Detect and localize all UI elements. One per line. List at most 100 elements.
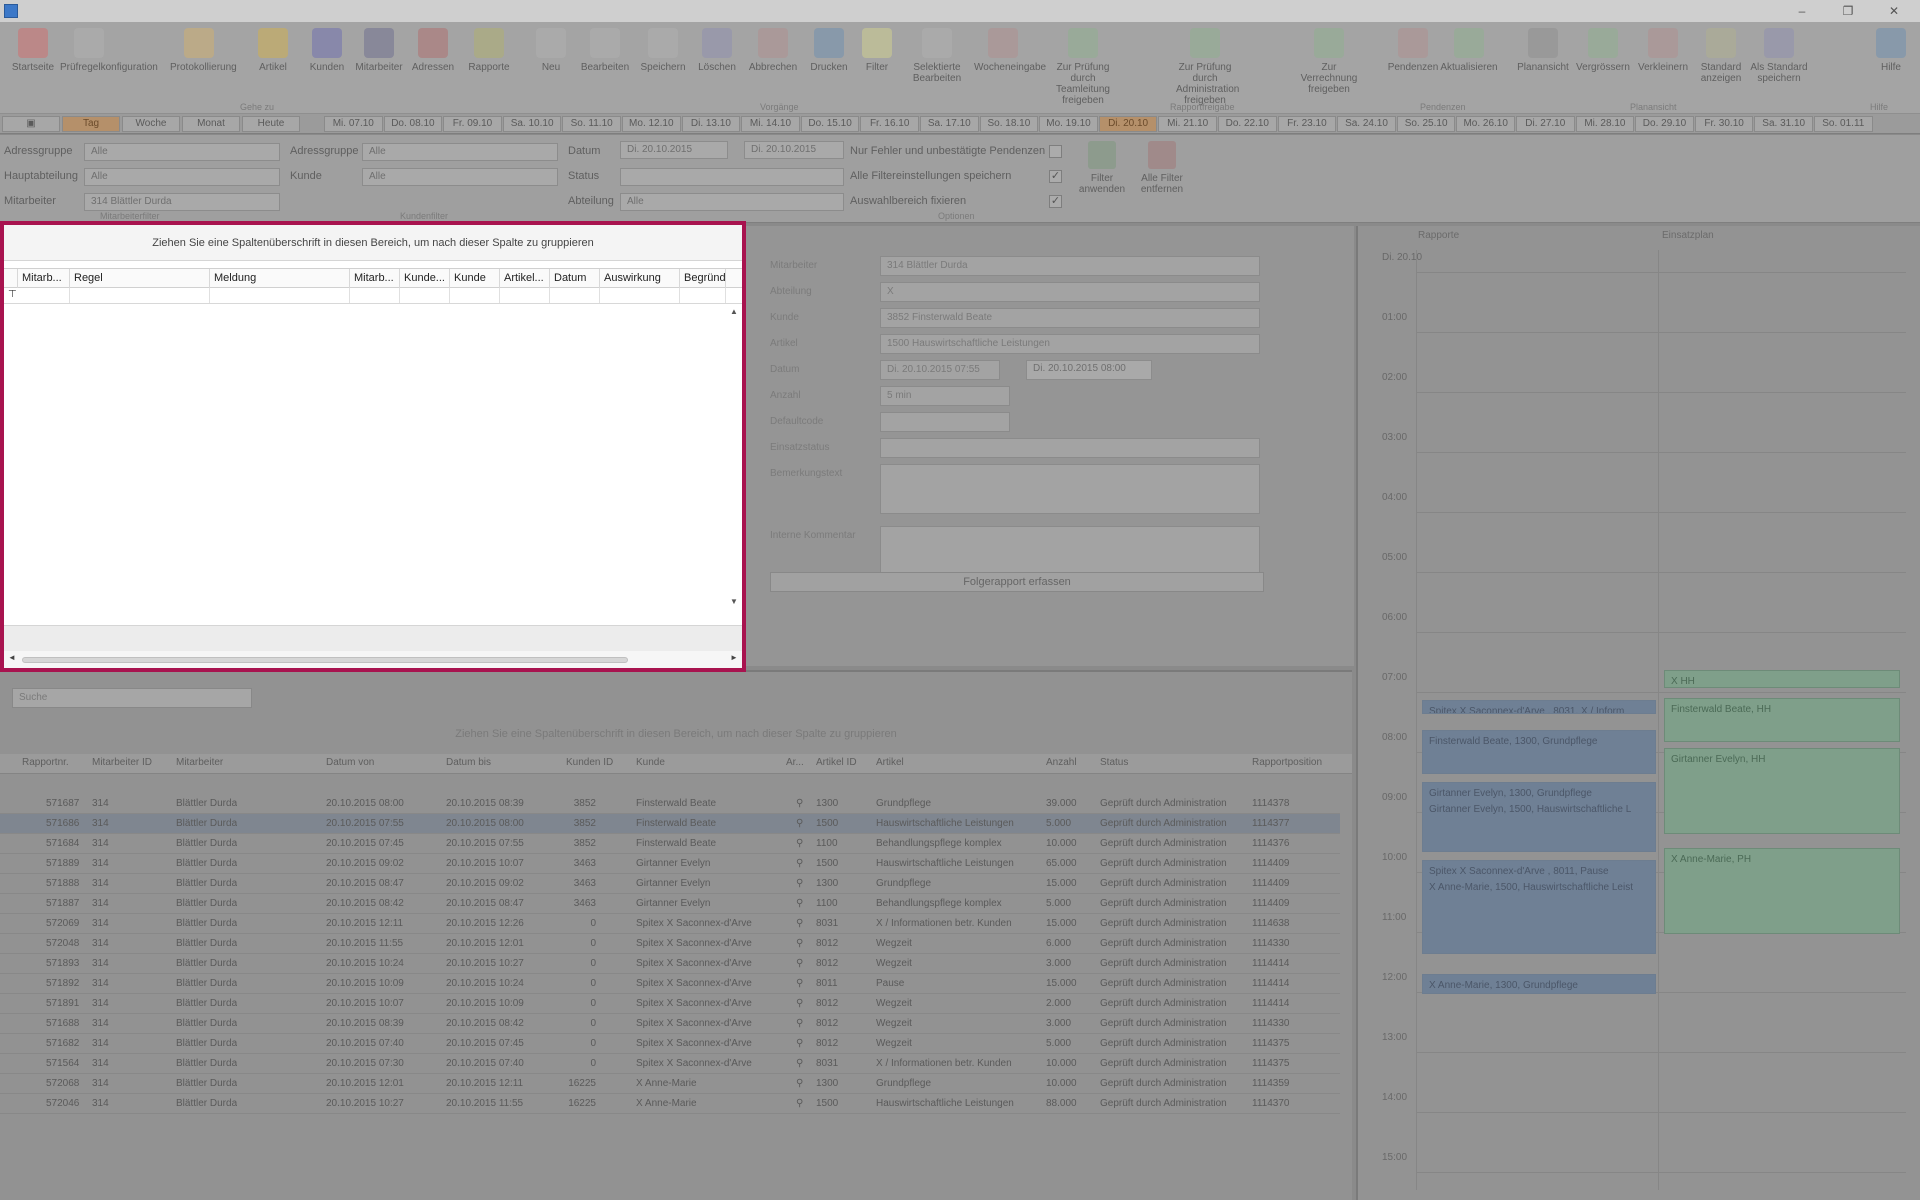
- ribbon-button[interactable]: Verkleinern: [1634, 28, 1692, 98]
- filter-cell[interactable]: [600, 288, 680, 303]
- ribbon-button[interactable]: Adressen: [404, 28, 462, 98]
- column-header[interactable]: Artikel: [876, 757, 904, 768]
- einsatz-block[interactable]: X Anne-Marie, PH: [1664, 848, 1900, 934]
- ribbon-button[interactable]: Selektierte Bearbeiten: [908, 28, 966, 98]
- date-button[interactable]: Mi. 21.10: [1158, 116, 1217, 132]
- ribbon-button[interactable]: Abbrechen: [744, 28, 802, 98]
- column-header[interactable]: Anzahl: [1046, 757, 1077, 768]
- group-by-area[interactable]: Ziehen Sie eine Spaltenüberschrift in di…: [4, 225, 742, 261]
- column-header[interactable]: Ar...: [786, 757, 804, 768]
- table-row[interactable]: 572046 314 Blättler Durda 20.10.2015 10:27 2…: [0, 1094, 1340, 1114]
- einsatz-block[interactable]: X HH: [1664, 670, 1900, 688]
- error-column-header[interactable]: Auswirkung: [600, 269, 680, 288]
- error-column-header[interactable]: Datum: [550, 269, 600, 288]
- ribbon-button[interactable]: Kunden: [298, 28, 356, 98]
- ribbon-button[interactable]: Löschen: [688, 28, 746, 98]
- form-textarea[interactable]: [880, 526, 1260, 576]
- close-button[interactable]: ✕: [1872, 2, 1916, 20]
- fix-selection-checkbox[interactable]: ✓: [1049, 195, 1062, 208]
- ribbon-button[interactable]: Speichern: [634, 28, 692, 98]
- column-header[interactable]: Artikel ID: [816, 757, 857, 768]
- scroll-left-icon[interactable]: ◄: [8, 653, 16, 662]
- minimize-button[interactable]: –: [1780, 2, 1824, 20]
- scroll-down-icon[interactable]: ▼: [730, 597, 738, 606]
- remove-filters-button[interactable]: Alle Filter entfernen: [1134, 141, 1190, 207]
- view-mode-tab[interactable]: Tag: [62, 116, 120, 132]
- form-textarea[interactable]: [880, 464, 1260, 514]
- form-field[interactable]: 3852 Finsterwald Beate: [880, 308, 1260, 328]
- error-column-header[interactable]: Kunde...: [400, 269, 450, 288]
- kunde-select[interactable]: Alle: [362, 168, 558, 186]
- save-filters-checkbox[interactable]: ✓: [1049, 170, 1062, 183]
- date-button[interactable]: Di. 13.10: [681, 116, 741, 132]
- date-button[interactable]: Sa. 10.10: [502, 116, 562, 132]
- search-input[interactable]: Suche: [12, 688, 252, 708]
- einsatz-block[interactable]: Girtanner Evelyn, HH: [1664, 748, 1900, 834]
- form-field[interactable]: X: [880, 282, 1260, 302]
- form-field[interactable]: 5 min: [880, 386, 1010, 406]
- vertical-scrollbar[interactable]: ▲ ▼: [726, 305, 742, 611]
- date-button[interactable]: Fr. 23.10: [1277, 116, 1337, 132]
- ribbon-button[interactable]: Protokollierung: [170, 28, 237, 98]
- date-button[interactable]: Di. 27.10: [1516, 116, 1575, 132]
- ribbon-button[interactable]: Pendenzen: [1384, 28, 1442, 98]
- rapport-block[interactable]: Girtanner Evelyn, 1300, Grundpflege Girta…: [1422, 782, 1656, 852]
- date-button[interactable]: Do. 22.10: [1218, 116, 1277, 132]
- table-row[interactable]: 571564 314 Blättler Durda 20.10.2015 07:30 2…: [0, 1054, 1340, 1074]
- table-row[interactable]: 571682 314 Blättler Durda 20.10.2015 07:40 2…: [0, 1034, 1340, 1054]
- mitarbeiter-select[interactable]: 314 Blättler Durda: [84, 193, 280, 211]
- table-row[interactable]: 571688 314 Blättler Durda 20.10.2015 08:39 2…: [0, 1014, 1340, 1034]
- follow-up-rapport-button[interactable]: Folgerapport erfassen: [770, 572, 1264, 592]
- date-button[interactable]: Fr. 09.10: [443, 116, 502, 132]
- filter-cell[interactable]: [680, 288, 726, 303]
- table-row[interactable]: 571686 314 Blättler Durda 20.10.2015 07:55 2…: [0, 814, 1340, 834]
- date-button[interactable]: Do. 08.10: [383, 116, 443, 132]
- ribbon-button[interactable]: Artikel: [244, 28, 302, 98]
- date-button[interactable]: Mo. 26.10: [1456, 116, 1515, 132]
- rapport-block[interactable]: Finsterwald Beate, 1300, Grundpflege: [1422, 730, 1656, 774]
- date-button[interactable]: So. 25.10: [1396, 116, 1456, 132]
- error-column-header[interactable]: Meldung: [210, 269, 350, 288]
- table-row[interactable]: 572068 314 Blättler Durda 20.10.2015 12:01 2…: [0, 1074, 1340, 1094]
- filter-cell[interactable]: [350, 288, 400, 303]
- ribbon-button[interactable]: Als Standard speichern: [1750, 28, 1808, 98]
- column-header[interactable]: Rapportnr.: [22, 757, 69, 768]
- date-button[interactable]: Di. 20.10: [1098, 116, 1158, 132]
- ribbon-button[interactable]: Zur Verrechnung freigeben: [1300, 28, 1358, 98]
- ribbon-button[interactable]: Standard anzeigen: [1692, 28, 1750, 98]
- kunden-adressgruppe-select[interactable]: Alle: [362, 143, 558, 161]
- error-column-header[interactable]: Mitarb...: [350, 269, 400, 288]
- adressgruppe-select[interactable]: Alle: [84, 143, 280, 161]
- form-field[interactable]: [880, 412, 1010, 432]
- table-row[interactable]: 571888 314 Blättler Durda 20.10.2015 08:47 2…: [0, 874, 1340, 894]
- column-header[interactable]: Datum von: [326, 757, 374, 768]
- scroll-up-icon[interactable]: ▲: [730, 307, 738, 316]
- horizontal-scroll-thumb[interactable]: [22, 657, 628, 663]
- filter-cell[interactable]: [70, 288, 210, 303]
- date-button[interactable]: Sa. 17.10: [920, 116, 979, 132]
- date-from-input[interactable]: Di. 20.10.2015: [620, 141, 728, 159]
- table-row[interactable]: 572069 314 Blättler Durda 20.10.2015 12:11 2…: [0, 914, 1340, 934]
- view-mode-tab[interactable]: Heute: [242, 116, 300, 132]
- ribbon-button[interactable]: Neu: [522, 28, 580, 98]
- ribbon-button[interactable]: Filter: [848, 28, 906, 98]
- restore-button[interactable]: ❐: [1826, 2, 1870, 20]
- apply-filter-button[interactable]: Filter anwenden: [1074, 141, 1130, 207]
- date-button[interactable]: So. 18.10: [979, 116, 1039, 132]
- form-field[interactable]: Di. 20.10.2015 07:55: [880, 360, 1000, 380]
- einsatz-block[interactable]: Finsterwald Beate, HH: [1664, 698, 1900, 742]
- only-errors-checkbox[interactable]: [1049, 145, 1062, 158]
- abteilung-select[interactable]: Alle: [620, 193, 844, 211]
- ribbon-button[interactable]: Mitarbeiter: [350, 28, 408, 98]
- date-button[interactable]: Sa. 31.10: [1754, 116, 1813, 132]
- date-button[interactable]: Mi. 07.10: [324, 116, 383, 132]
- column-header[interactable]: Kunden ID: [566, 757, 613, 768]
- error-column-header[interactable]: Artikel...: [500, 269, 550, 288]
- rapport-block[interactable]: X Anne-Marie, 1300, GrundpflegeSpitex X …: [1422, 974, 1656, 994]
- date-button[interactable]: So. 11.10: [562, 116, 621, 132]
- error-column-header[interactable]: Kunde: [450, 269, 500, 288]
- rapport-block[interactable]: Spitex X Saconnex-d'Arve , 8011, Pause X …: [1422, 860, 1656, 954]
- view-mode-tab[interactable]: Woche: [122, 116, 180, 132]
- column-header[interactable]: Mitarbeiter: [176, 757, 223, 768]
- filter-icon[interactable]: ⊤: [8, 289, 17, 300]
